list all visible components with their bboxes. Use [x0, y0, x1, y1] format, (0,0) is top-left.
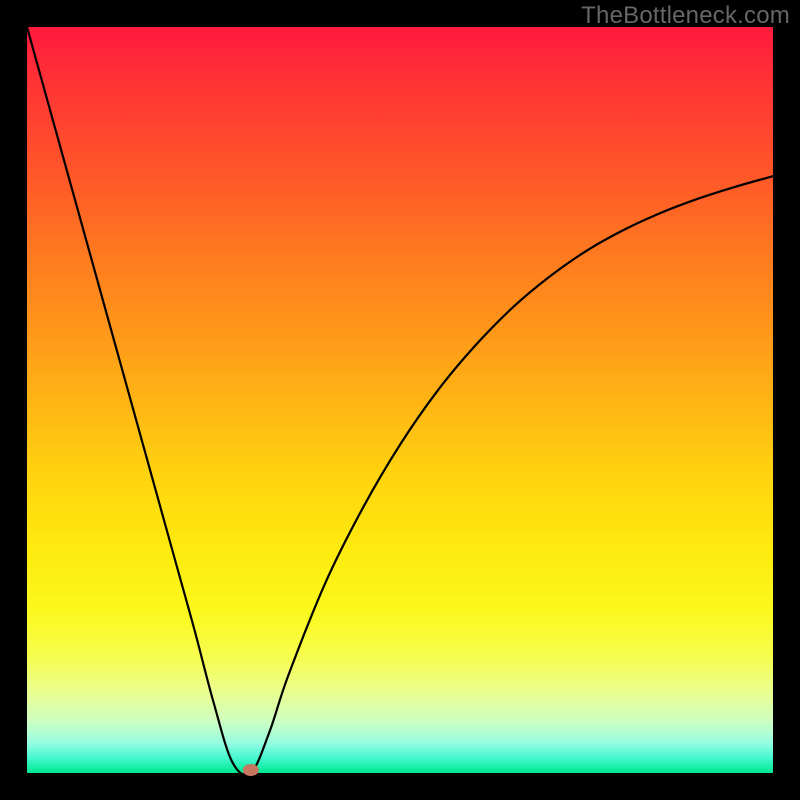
minimum-marker — [243, 764, 259, 776]
watermark-text: TheBottleneck.com — [581, 2, 790, 30]
plot-area — [27, 27, 773, 773]
bottleneck-curve — [27, 27, 773, 775]
chart-frame: TheBottleneck.com — [0, 0, 800, 800]
chart-svg — [27, 27, 773, 773]
